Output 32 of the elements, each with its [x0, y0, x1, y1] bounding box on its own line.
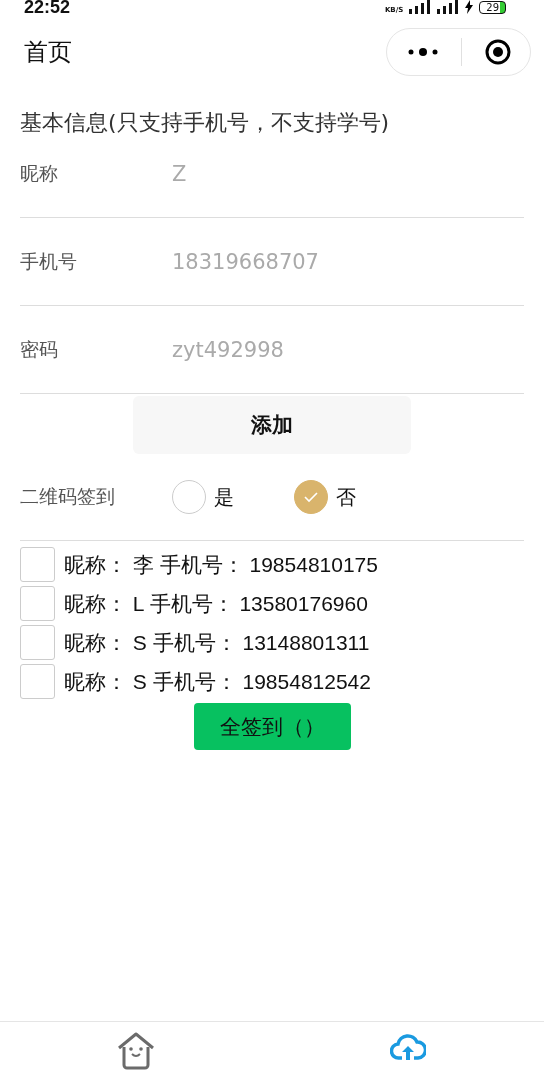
page-title: 首页: [24, 37, 72, 68]
field-label: 昵称: [20, 160, 59, 186]
radio-button[interactable]: [294, 480, 328, 514]
add-button[interactable]: 添加: [133, 396, 411, 454]
signal-icon: [409, 0, 432, 14]
radio-label: 否: [336, 483, 357, 511]
input-field[interactable]: Z: [172, 161, 372, 186]
account-text: 昵称： S 手机号： 19854812542: [64, 668, 371, 695]
battery-level: 29: [479, 1, 506, 14]
account-text: 昵称： L 手机号： 13580176960: [64, 590, 368, 617]
status-time: 22:52: [24, 0, 71, 14]
cloud-upload-icon: [390, 1032, 426, 1062]
option-label: 二维码签到: [20, 484, 116, 509]
checkbox[interactable]: [20, 547, 55, 582]
field-label: 密码: [20, 336, 59, 362]
section-heading: 基本信息(只支持手机号，不支持学号): [20, 109, 391, 137]
close-target-icon[interactable]: [484, 38, 512, 66]
more-icon[interactable]: [407, 47, 439, 57]
sign-all-button[interactable]: 全签到（）: [193, 703, 351, 750]
signal-icon: [437, 0, 460, 14]
input-field[interactable]: 18319668707: [172, 249, 372, 274]
checkbox[interactable]: [20, 625, 55, 660]
home-icon: [117, 1032, 155, 1070]
checkbox[interactable]: [20, 664, 55, 699]
checkbox[interactable]: [20, 586, 55, 621]
radio-label: 是: [214, 483, 235, 511]
account-text: 昵称： S 手机号： 13148801311: [64, 629, 370, 656]
account-text: 昵称： 李 手机号： 19854810175: [64, 551, 378, 578]
field-label: 手机号: [20, 248, 78, 274]
check-icon: [303, 491, 319, 503]
charging-icon: [465, 0, 474, 14]
input-field[interactable]: zyt492998: [172, 337, 372, 362]
